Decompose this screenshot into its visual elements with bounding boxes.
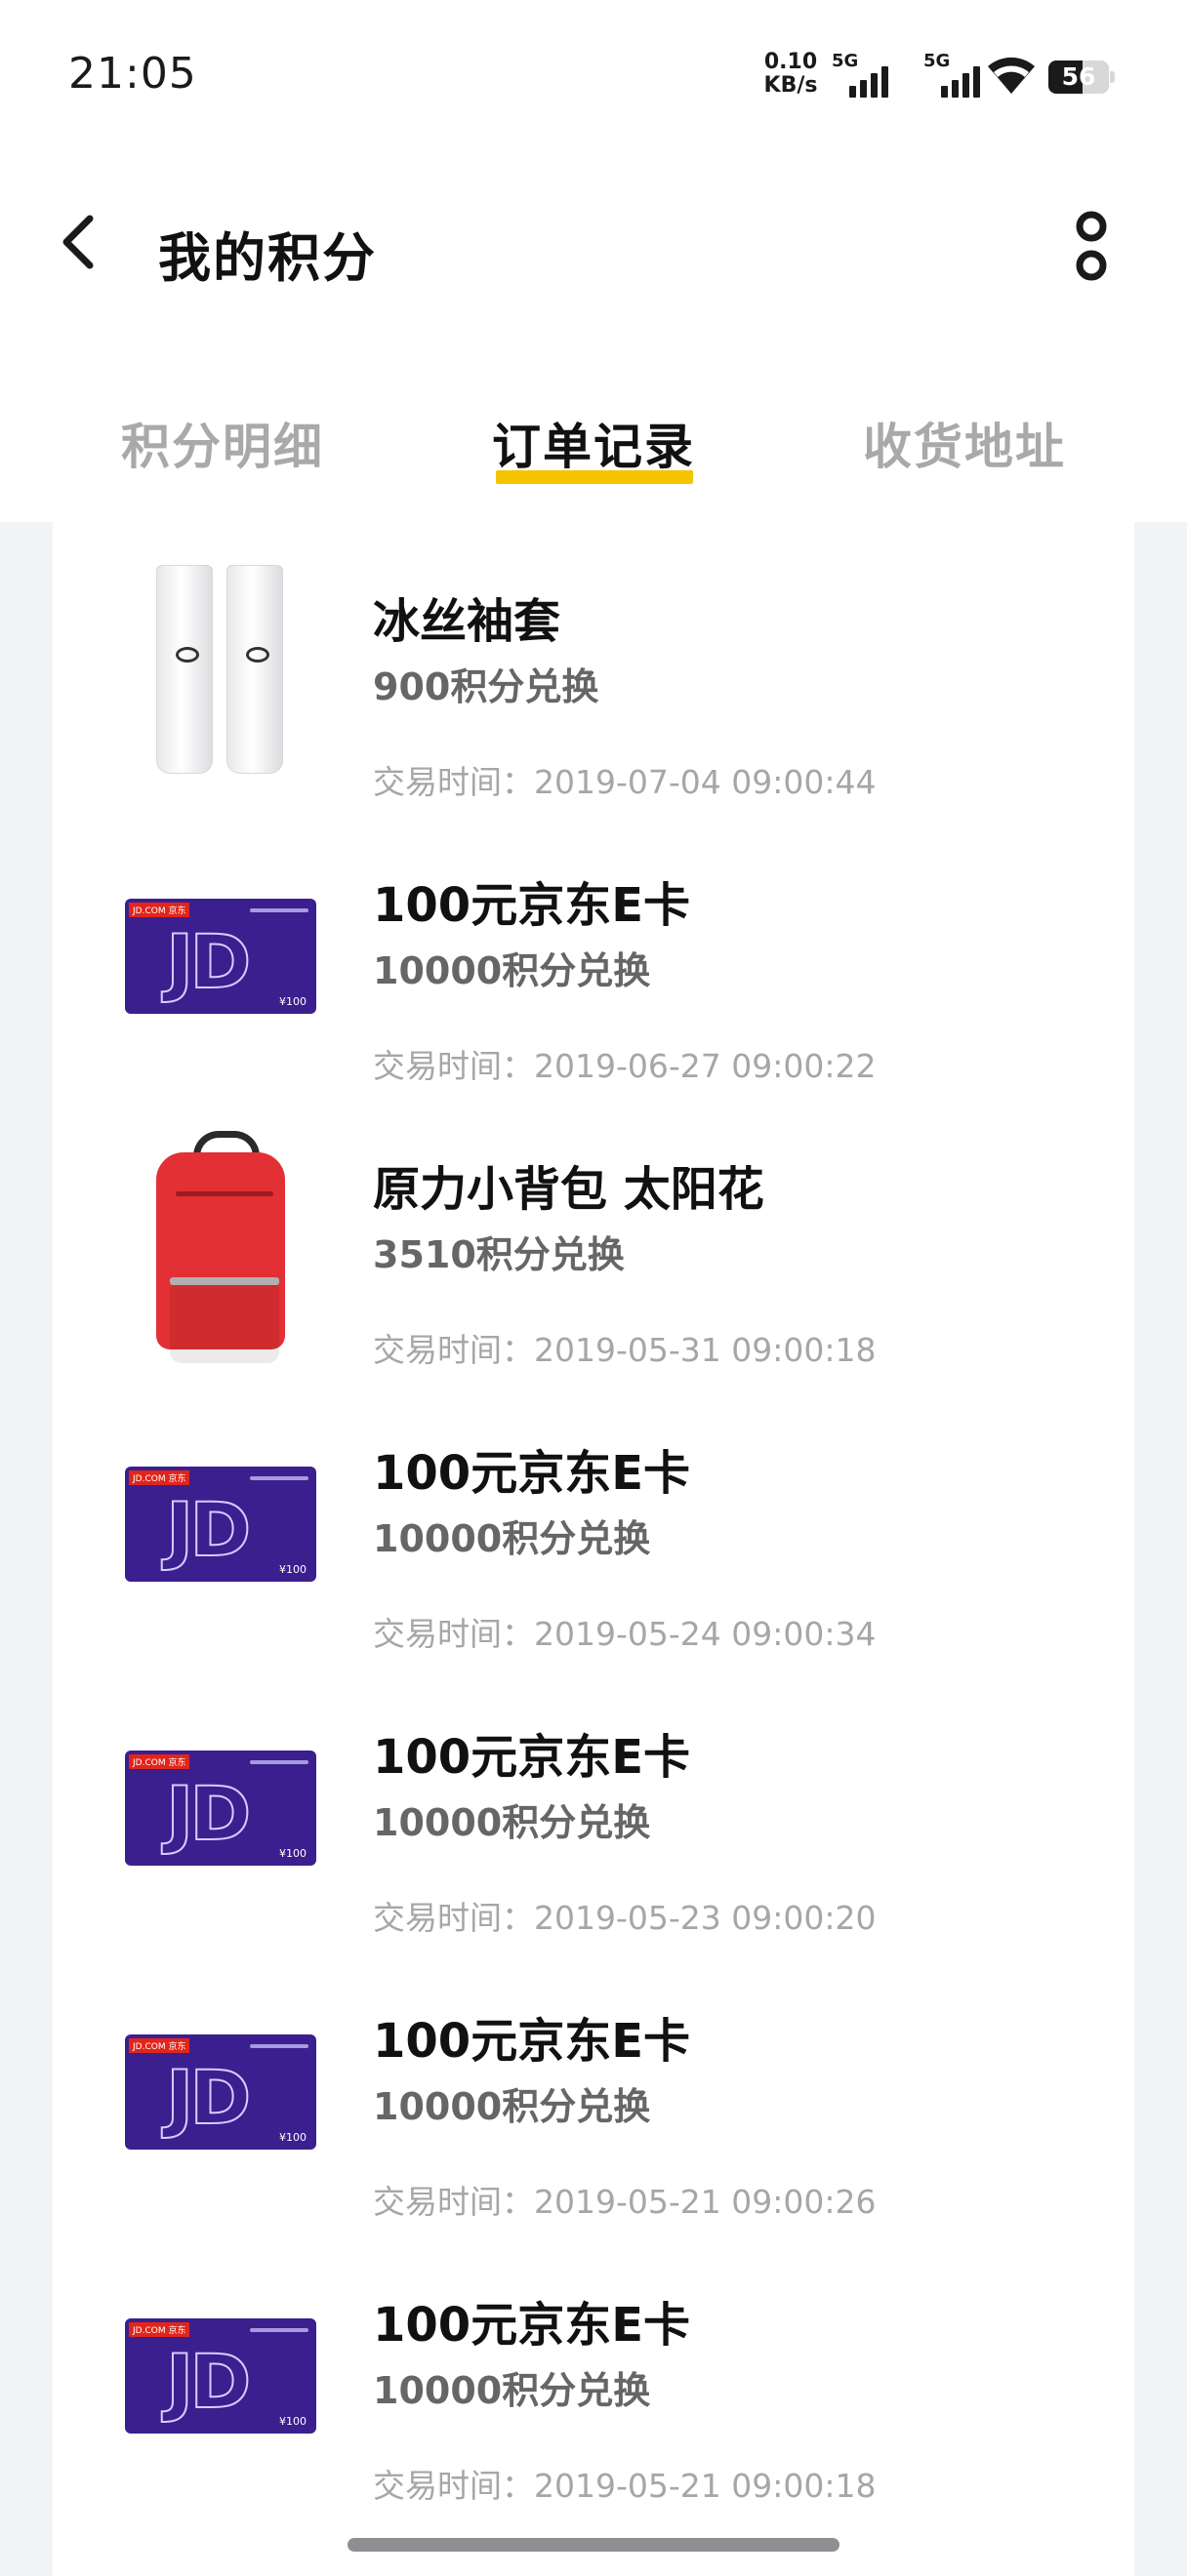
order-item[interactable]: JD.COM 京东 JD ¥100 100元京东E卡 10000积分兑换交易时间：…	[53, 1942, 1134, 2226]
product-thumbnail	[123, 1131, 318, 1363]
jd-e-card-image: JD.COM 京东 JD ¥100	[125, 2034, 316, 2150]
transaction-time: 交易时间：2019-05-23 09:00:20	[373, 1899, 877, 1937]
transaction-time: 交易时间：2019-07-04 09:00:44	[373, 763, 877, 801]
product-name: 100元京东E卡	[373, 2014, 690, 2069]
signal-bars	[849, 66, 888, 98]
home-indicator[interactable]	[348, 2538, 839, 2552]
product-thumbnail: JD.COM 京东 JD ¥100	[123, 859, 318, 1054]
tab-active-indicator	[496, 470, 693, 484]
signal-icon: 5G	[832, 51, 900, 98]
status-time: 21:05	[68, 49, 197, 99]
page-title: 我的积分	[158, 227, 377, 289]
network-speed-value: 0.10	[763, 50, 818, 74]
tab-points-detail[interactable]: 积分明细	[76, 408, 369, 478]
points-cost: 900积分兑换	[373, 665, 599, 708]
ice-sleeves-image	[152, 565, 289, 780]
points-cost: 10000积分兑换	[373, 1801, 651, 1844]
nav-bar: 我的积分	[0, 185, 1187, 312]
transaction-time: 交易时间：2019-05-21 09:00:18	[373, 2467, 877, 2505]
product-name: 原力小背包 太阳花	[373, 1162, 764, 1217]
battery-icon: 56	[1048, 60, 1117, 94]
network-speed-unit: KB/s	[763, 73, 818, 98]
points-cost: 10000积分兑换	[373, 949, 651, 992]
product-name: 100元京东E卡	[373, 2298, 690, 2353]
points-cost: 3510积分兑换	[373, 1233, 625, 1276]
points-cost: 10000积分兑换	[373, 1517, 651, 1560]
transaction-time: 交易时间：2019-05-24 09:00:34	[373, 1615, 877, 1653]
transaction-time: 交易时间：2019-05-21 09:00:26	[373, 2183, 877, 2221]
order-list-card: 冰丝袖套 900积分兑换交易时间：2019-07-04 09:00:44 JD.C…	[53, 522, 1134, 2576]
points-cost: 10000积分兑换	[373, 2085, 651, 2128]
more-icon	[1072, 209, 1111, 287]
order-item[interactable]: 原力小背包 太阳花 3510积分兑换交易时间：2019-05-31 09:00:1…	[53, 1090, 1134, 1374]
transaction-time: 交易时间：2019-06-27 09:00:22	[373, 1047, 877, 1085]
back-button[interactable]	[39, 205, 117, 283]
more-button[interactable]	[1050, 207, 1132, 289]
product-name: 100元京东E卡	[373, 1446, 690, 1501]
wifi-icon	[986, 53, 1037, 96]
product-name: 冰丝袖套	[373, 594, 561, 649]
product-name: 100元京东E卡	[373, 878, 690, 933]
jd-e-card-image: JD.COM 京东 JD ¥100	[125, 1467, 316, 1582]
tab-shipping-address[interactable]: 收货地址	[818, 408, 1111, 478]
product-thumbnail: JD.COM 京东 JD ¥100	[123, 2278, 318, 2474]
signal-icon: 5G	[923, 51, 992, 98]
product-thumbnail: JD.COM 京东 JD ¥100	[123, 1427, 318, 1622]
tab-bar: 积分明细 订单记录 收货地址	[0, 390, 1187, 522]
product-thumbnail: JD.COM 京东 JD ¥100	[123, 1711, 318, 1906]
order-item[interactable]: JD.COM 京东 JD ¥100 100元京东E卡 10000积分兑换交易时间：…	[53, 1374, 1134, 1658]
battery-level: 56	[1061, 62, 1096, 91]
signal-bars	[941, 66, 980, 98]
points-cost: 10000积分兑换	[373, 2369, 651, 2412]
order-item[interactable]: JD.COM 京东 JD ¥100 100元京东E卡 10000积分兑换交易时间：…	[53, 2226, 1134, 2510]
order-item[interactable]: JD.COM 京东 JD ¥100 100元京东E卡 10000积分兑换交易时间：…	[53, 1658, 1134, 1942]
status-bar: 21:05 0.10 KB/s 5G 5G 56	[0, 0, 1187, 146]
product-thumbnail: JD.COM 京东 JD ¥100	[123, 1994, 318, 2190]
chevron-left-icon	[59, 213, 98, 275]
product-name: 100元京东E卡	[373, 1730, 690, 1785]
jd-e-card-image: JD.COM 京东 JD ¥100	[125, 2318, 316, 2434]
product-thumbnail	[123, 565, 318, 774]
backpack-image	[152, 1131, 289, 1363]
tab-order-records[interactable]: 订单记录	[447, 408, 740, 478]
transaction-time: 交易时间：2019-05-31 09:00:18	[373, 1331, 877, 1369]
order-item[interactable]: 冰丝袖套 900积分兑换交易时间：2019-07-04 09:00:44	[53, 522, 1134, 806]
order-item[interactable]: JD.COM 京东 JD ¥100 100元京东E卡 10000积分兑换交易时间：…	[53, 806, 1134, 1090]
order-list: 冰丝袖套 900积分兑换交易时间：2019-07-04 09:00:44 JD.C…	[53, 522, 1134, 2510]
battery-nub	[1110, 71, 1115, 83]
jd-e-card-image: JD.COM 京东 JD ¥100	[125, 899, 316, 1014]
network-speed: 0.10 KB/s	[761, 51, 820, 98]
jd-e-card-image: JD.COM 京东 JD ¥100	[125, 1751, 316, 1866]
